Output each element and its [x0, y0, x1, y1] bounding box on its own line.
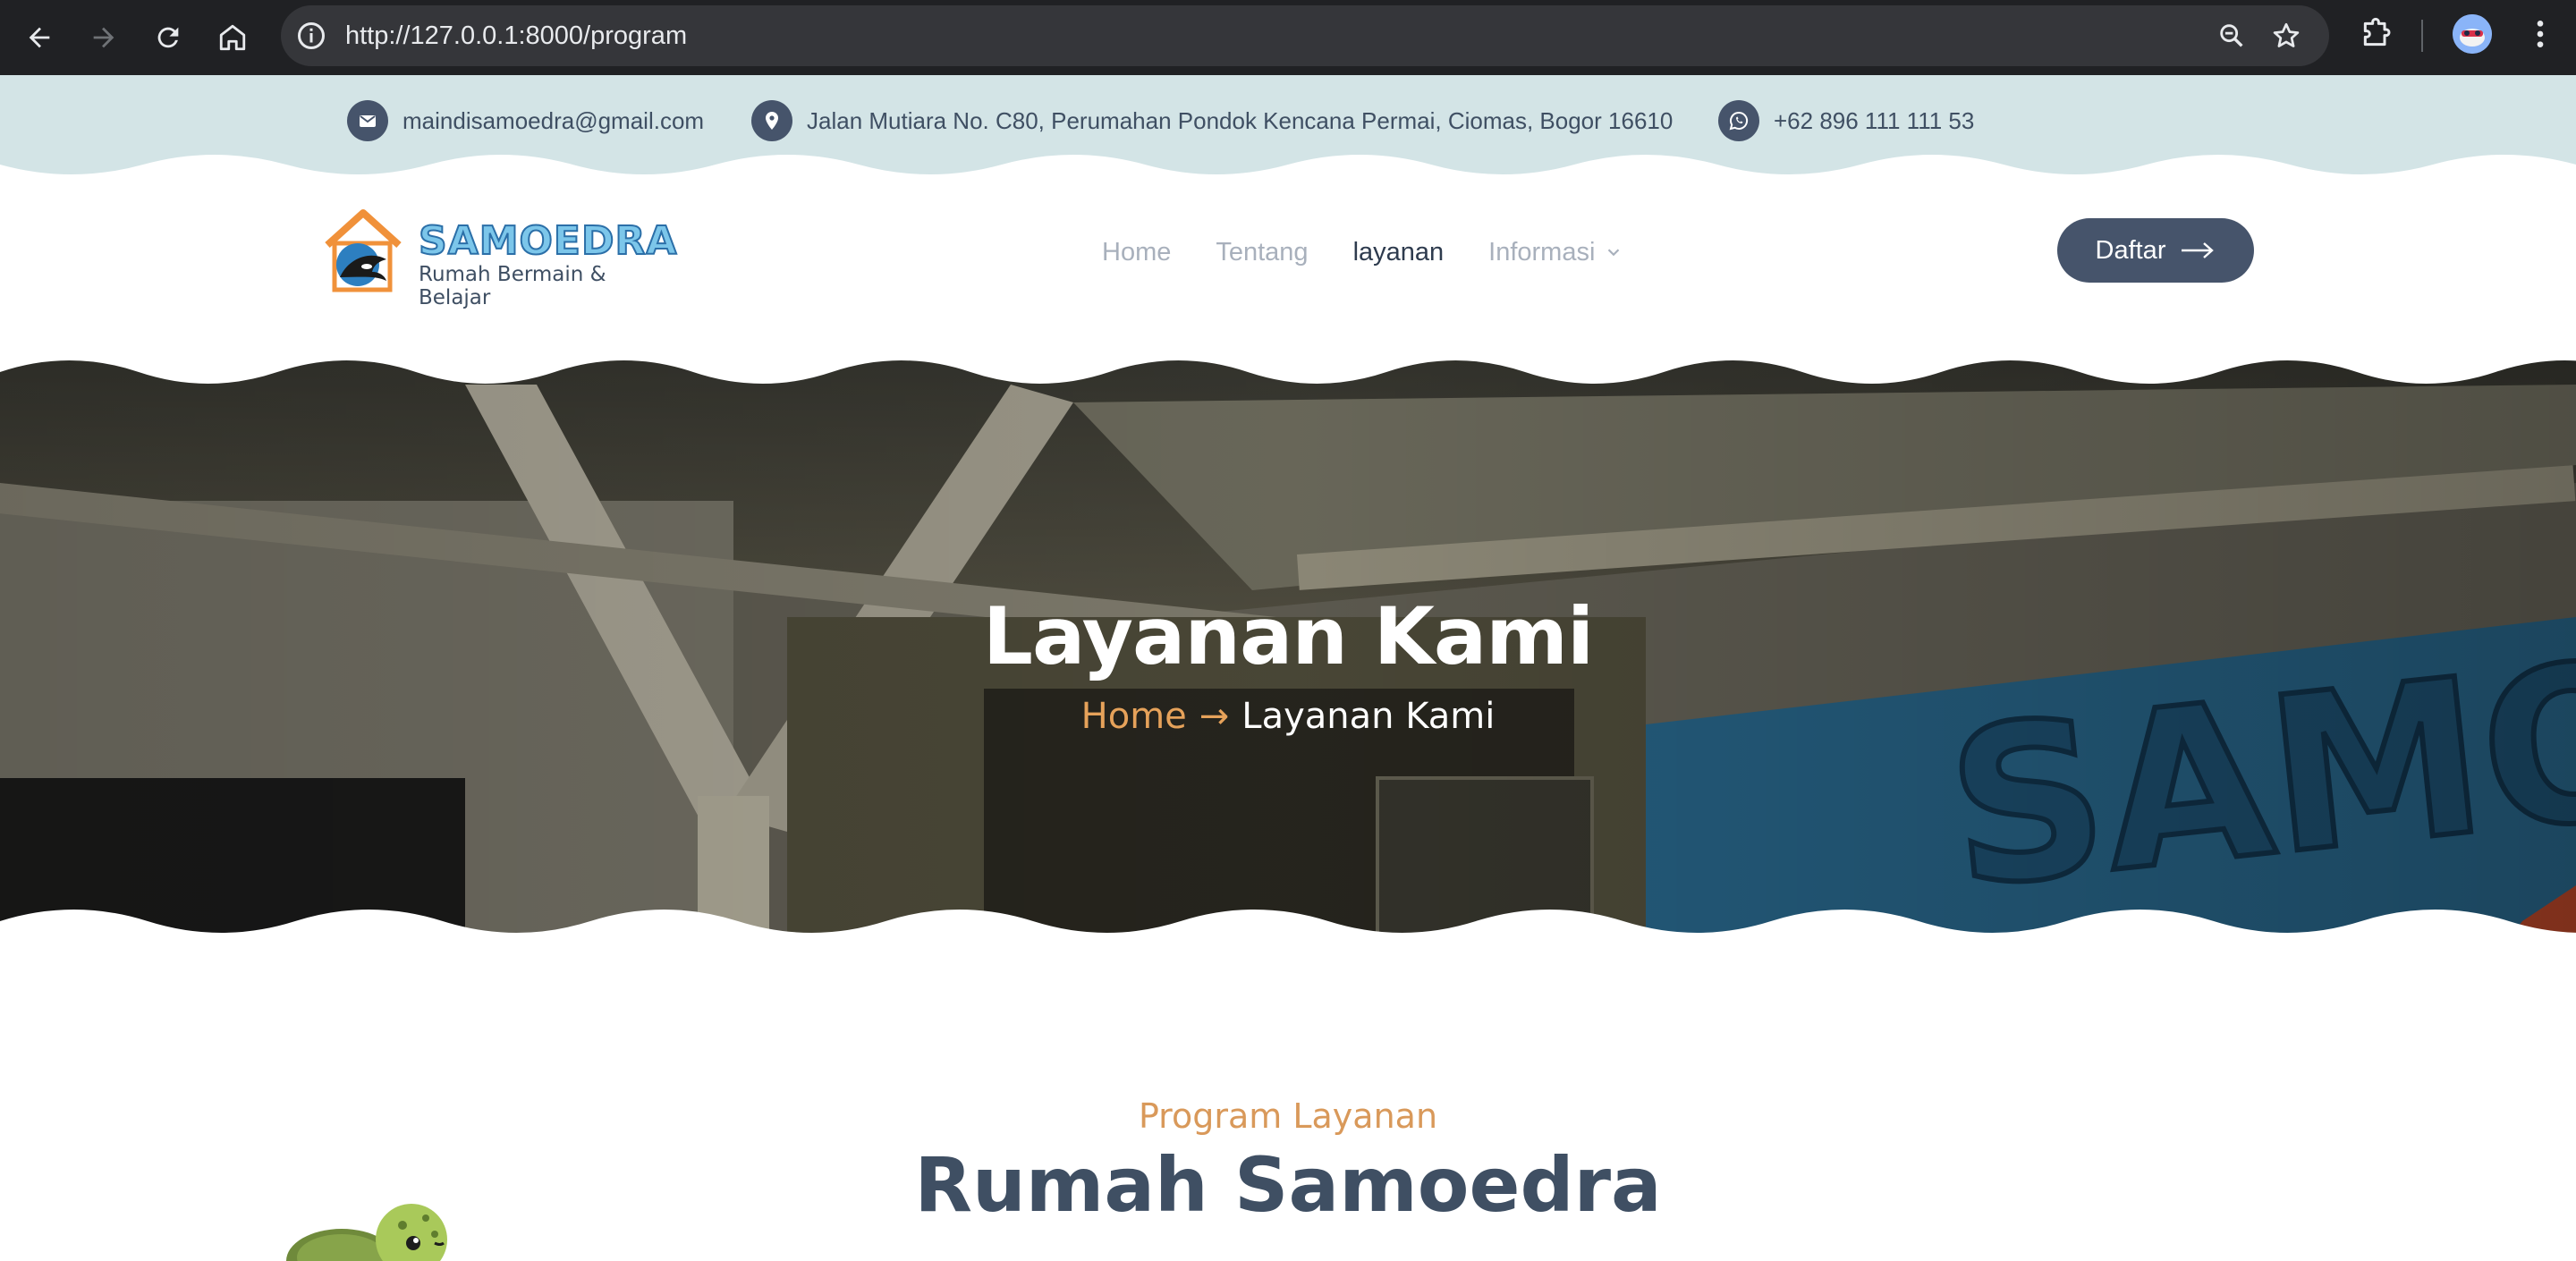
zoom-icon[interactable]	[2216, 21, 2247, 51]
chevron-down-icon	[1608, 249, 1620, 257]
home-button[interactable]	[208, 13, 258, 63]
breadcrumb-home-link[interactable]: Home	[1081, 696, 1187, 737]
page-title: Layanan Kami	[982, 590, 1594, 682]
profile-avatar[interactable]	[2453, 14, 2492, 54]
section-subtitle: Program Layanan	[1138, 1096, 1438, 1136]
address-bar[interactable]: http://127.0.0.1:8000/program	[281, 5, 2329, 66]
nav-item-tentang[interactable]: Tentang	[1216, 238, 1308, 267]
contact-topbar: maindisamoedra@gmail.com Jalan Mutiara N…	[0, 75, 2576, 191]
reload-icon	[157, 27, 179, 48]
arrow-right-icon	[93, 27, 114, 48]
email-text: maindisamoedra@gmail.com	[402, 106, 705, 134]
browser-toolbar: http://127.0.0.1:8000/program	[0, 0, 2576, 75]
back-button[interactable]	[14, 13, 64, 63]
url-text[interactable]: http://127.0.0.1:8000/program	[345, 5, 687, 66]
reload-button[interactable]	[143, 13, 193, 63]
home-icon	[219, 24, 246, 51]
avatar-icon	[2453, 14, 2492, 54]
breadcrumb: Home → Layanan Kami	[0, 696, 2576, 737]
orca-house-logo-icon	[325, 209, 402, 292]
extensions-puzzle-icon[interactable]	[2358, 16, 2394, 52]
mail-icon	[360, 115, 376, 127]
nav-item-home[interactable]: Home	[1102, 238, 1171, 267]
phone-text: +62 896 111 111 53	[1774, 106, 1975, 134]
bookmark-star-icon[interactable]	[2270, 20, 2302, 52]
brand-name: SAMOEDRA	[418, 217, 678, 265]
more-vert-icon[interactable]	[2522, 16, 2558, 52]
nav-dropdown-informasi[interactable]: Informasi	[1488, 238, 1623, 267]
map-pin-icon	[766, 112, 778, 130]
nav-item-layanan[interactable]: layanan	[1353, 238, 1445, 267]
daftar-label: Daftar	[2095, 235, 2166, 265]
whatsapp-icon	[1729, 111, 1749, 131]
nav-dropdown-label: Informasi	[1488, 237, 1596, 267]
site-info-icon[interactable]	[295, 20, 327, 52]
arrow-right-icon	[2182, 242, 2215, 258]
main-nav: Home Tentang layanan Informasi	[1102, 234, 1623, 270]
contact-address: Jalan Mutiara No. C80, Perumahan Pondok …	[751, 98, 1673, 143]
breadcrumb-arrow-icon: →	[1199, 696, 1230, 737]
toolbar-divider	[2421, 20, 2423, 52]
contact-phone[interactable]: +62 896 111 111 53	[1718, 98, 1974, 143]
daftar-button[interactable]: Daftar	[2057, 218, 2254, 283]
breadcrumb-current: Layanan Kami	[1241, 696, 1496, 737]
address-text: Jalan Mutiara No. C80, Perumahan Pondok …	[807, 106, 1674, 134]
site-logo[interactable]: SAMOEDRA Rumah Bermain & Belajar	[322, 209, 677, 309]
contact-email[interactable]: maindisamoedra@gmail.com	[347, 98, 704, 143]
brand-tagline: Rumah Bermain & Belajar	[419, 263, 606, 309]
arrow-left-icon	[29, 27, 50, 48]
turtle-mascot-icon	[286, 1204, 447, 1261]
forward-button[interactable]	[79, 13, 129, 63]
